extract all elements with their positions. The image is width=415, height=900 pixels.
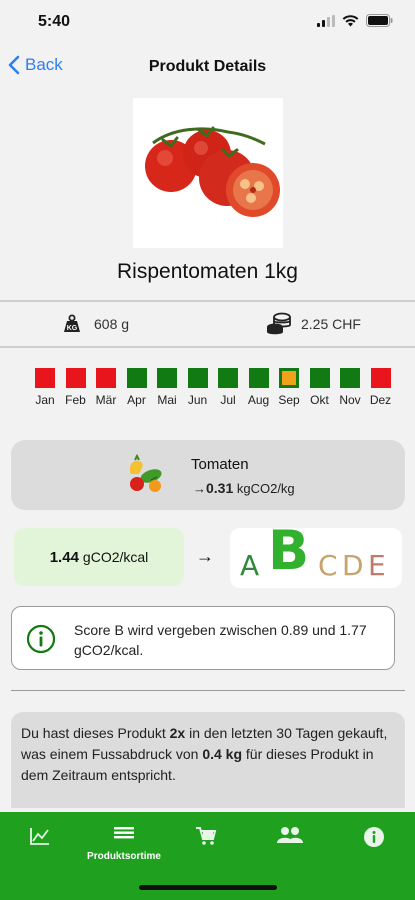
month-indicator: [35, 368, 55, 388]
score-info-card: Score B wird vergeben zwischen 0.89 und …: [11, 606, 395, 670]
weight-icon: KG: [64, 314, 80, 332]
month-okt: Okt: [305, 368, 335, 407]
score-letter-c: C: [318, 549, 338, 582]
status-time: 5:40: [38, 13, 71, 30]
purchase-summary-card: Du hast dieses Produkt 2x in den letzten…: [11, 712, 405, 808]
month-apr: Apr: [122, 368, 152, 407]
score-letter-a: A: [240, 549, 260, 582]
month-indicator: [96, 368, 116, 388]
month-feb: Feb: [61, 368, 91, 407]
month-indicator: [309, 368, 330, 388]
month-indicator: [126, 368, 147, 388]
product-name: Rispentomaten 1kg: [117, 260, 298, 283]
people-icon: [277, 827, 303, 843]
wifi-icon: [342, 14, 359, 26]
month-dez: Dez: [366, 368, 396, 407]
arrow-icon: →: [196, 546, 214, 566]
product-info-band: KG 608 g 2.25 CHF: [0, 300, 415, 348]
cart-icon: [196, 827, 217, 845]
month-indicator: [65, 368, 86, 388]
month-label: Okt: [310, 393, 329, 407]
category-co2-value: 0.31: [206, 480, 234, 496]
signal-icon: [317, 14, 335, 27]
category-card[interactable]: Tomaten →0.31 kgCO2/kg: [11, 440, 405, 510]
tab-produktsortiment[interactable]: Produktsortime: [84, 826, 164, 862]
product-image: [133, 98, 283, 248]
navigation-bar: Back Produkt Details: [0, 48, 415, 88]
battery-icon: [366, 14, 393, 27]
month-indicator: [248, 368, 269, 388]
month-label: Dez: [369, 393, 392, 407]
status-bar: 5:40: [0, 0, 415, 44]
tab-info[interactable]: [334, 826, 414, 857]
info-icon: [364, 827, 384, 847]
kcal-co2-unit: gCO2/kcal: [82, 549, 149, 565]
footprint-amount: 0.4 kg: [202, 746, 243, 762]
month-indicator: [370, 368, 391, 388]
svg-text:KG: KG: [67, 325, 78, 332]
status-icons: [317, 14, 393, 27]
month-indicator: [340, 368, 360, 388]
price-info: 2.25 CHF: [266, 312, 361, 336]
category-name: Tomaten: [191, 456, 249, 473]
purchase-count: 2x: [169, 725, 186, 741]
purchase-summary-text: Du hast dieses Produkt 2x in den letzten…: [21, 725, 388, 783]
month-indicator: [279, 368, 299, 388]
month-label: Jul: [220, 393, 236, 407]
month-label: Jan: [35, 393, 55, 407]
month-nov: Nov: [335, 368, 365, 407]
info-circle-icon: [26, 624, 56, 654]
month-label: Apr: [127, 393, 146, 407]
tab-statistics[interactable]: [0, 826, 80, 855]
month-sep: Sep: [274, 368, 304, 407]
kcal-co2-card: 1.44 gCO2/kcal: [14, 528, 184, 586]
chart-icon: [30, 828, 49, 845]
month-jan: Jan: [30, 368, 60, 407]
month-label: Feb: [65, 393, 86, 407]
kcal-co2-value: 1.44: [49, 548, 79, 566]
month-label: Mai: [157, 393, 177, 407]
score-info-text: Score B wird vergeben zwischen 0.89 und …: [74, 622, 367, 658]
category-co2-unit: kgCO2/kg: [233, 481, 295, 496]
month-label: Mär: [95, 393, 117, 407]
month-indicator: [218, 368, 238, 388]
score-scale: ABCDE: [230, 519, 402, 588]
score-letter-b: B: [268, 519, 310, 582]
month-mär: Mär: [91, 368, 121, 407]
score-letter-e: E: [368, 549, 386, 582]
tab-produktsortiment-label: Produktsortime: [87, 851, 161, 862]
weight-value: 608 g: [94, 316, 130, 332]
month-mai: Mai: [152, 368, 182, 407]
month-label: Jun: [187, 393, 208, 407]
divider: [11, 690, 405, 691]
home-indicator: [139, 885, 277, 890]
score-letter-d: D: [342, 549, 364, 582]
month-jun: Jun: [183, 368, 213, 407]
season-calendar: Jan Feb Mär Apr Mai Jun Jul Aug Sep Okt Nov Dez: [30, 368, 391, 412]
month-label: Aug: [247, 393, 270, 407]
tab-cart[interactable]: [166, 826, 246, 855]
tab-community[interactable]: [250, 826, 330, 853]
month-label: Nov: [339, 393, 361, 407]
vegetables-icon: [129, 454, 162, 492]
page-title: Produkt Details: [148, 58, 267, 75]
month-label: Sep: [278, 393, 300, 407]
month-aug: Aug: [244, 368, 274, 407]
list-icon: [114, 827, 134, 839]
category-co2: →0.31 kgCO2/kg: [193, 480, 295, 496]
month-jul: Jul: [213, 368, 243, 407]
month-indicator: [187, 368, 208, 388]
weight-info: KG 608 g: [62, 314, 129, 334]
price-value: 2.25 CHF: [301, 316, 361, 332]
month-indicator: [157, 368, 177, 388]
coins-icon: [267, 312, 291, 335]
